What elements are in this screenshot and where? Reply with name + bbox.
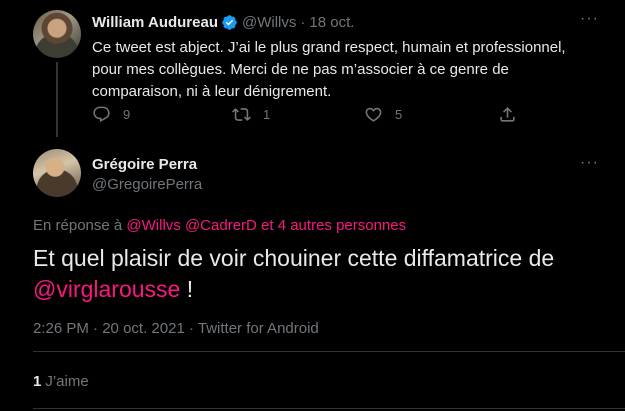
retweet-count: 1: [263, 107, 271, 122]
share-button[interactable]: [498, 105, 517, 124]
verified-badge-icon: [221, 14, 238, 31]
retweet-button[interactable]: 1: [232, 105, 270, 124]
likes-label: J’aime: [45, 373, 89, 390]
tweet-date[interactable]: 20 oct. 2021: [102, 320, 185, 337]
mention-link[interactable]: @virglarousse: [33, 276, 180, 302]
reply-icon: [93, 106, 110, 123]
avatar-gregoire-perra[interactable]: [33, 149, 81, 197]
avatar-william-audureau[interactable]: [33, 10, 81, 58]
like-button[interactable]: 5: [364, 105, 402, 124]
main-tweet: Grégoire Perra @GregoirePerra ··· En rép…: [0, 137, 625, 411]
separator-dot: ·: [300, 13, 306, 31]
main-tweet-text: Et quel plaisir de voir chouiner cette d…: [33, 243, 603, 305]
replying-to-line: En réponse à @Willvs @CadrerD et 4 autre…: [33, 217, 406, 234]
replying-to-mentions[interactable]: @Willvs @CadrerD et 4 autres personnes: [126, 217, 406, 234]
share-icon: [500, 107, 515, 122]
like-count: 5: [395, 107, 403, 122]
tweet-metadata: 2:26 PM · 20 oct. 2021 · Twitter for And…: [33, 320, 319, 337]
tweet-time[interactable]: 2:26 PM: [33, 320, 89, 337]
heart-icon: [365, 107, 382, 122]
divider: [33, 408, 625, 409]
more-horizontal-icon[interactable]: ···: [580, 10, 599, 28]
separator-dot: ·: [188, 320, 198, 337]
tweet-date[interactable]: 18 oct.: [309, 14, 354, 31]
tweet-text-body: Et quel plaisir de voir chouiner cette d…: [33, 245, 555, 271]
tweet-source[interactable]: Twitter for Android: [198, 320, 319, 337]
divider: [33, 351, 625, 352]
author-name[interactable]: William Audureau: [92, 14, 218, 31]
context-tweet-header: William Audureau @Willvs · 18 oct.: [92, 12, 354, 32]
tweet-actions: 9 1 5: [92, 105, 532, 127]
thread-connector-line: [56, 62, 58, 137]
replying-to-label: En réponse à: [33, 217, 123, 234]
author-name[interactable]: Grégoire Perra: [92, 156, 197, 173]
retweet-icon: [232, 108, 251, 121]
context-tweet[interactable]: William Audureau @Willvs · 18 oct. ··· C…: [0, 0, 625, 137]
separator-dot: ·: [93, 320, 103, 337]
more-horizontal-icon[interactable]: ···: [580, 154, 599, 172]
context-tweet-text: Ce tweet est abject. J’ai le plus grand …: [92, 39, 566, 100]
tweet-text-end: !: [180, 276, 194, 302]
reply-button[interactable]: 9: [92, 105, 130, 124]
likes-count: 1: [33, 373, 42, 390]
reply-count: 9: [123, 107, 131, 122]
author-handle[interactable]: @Willvs: [242, 14, 296, 31]
likes-stat[interactable]: 1 J’aime: [33, 373, 89, 390]
author-handle[interactable]: @GregoirePerra: [92, 176, 202, 193]
